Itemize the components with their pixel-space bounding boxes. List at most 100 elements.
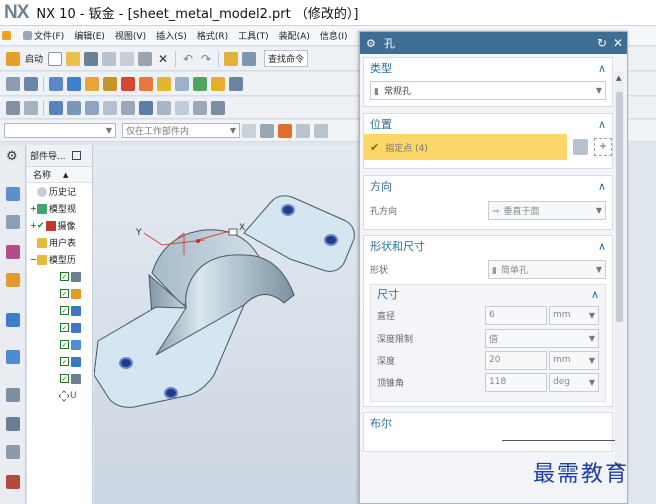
touch-mode-icon[interactable]	[242, 51, 257, 66]
point-dialog-icon[interactable]: +	[594, 138, 612, 156]
midpoint-icon[interactable]	[314, 123, 328, 138]
redo-icon[interactable]: ↷	[199, 52, 213, 66]
rebend-icon[interactable]	[139, 76, 153, 91]
menu-tools[interactable]: 工具(T)	[233, 29, 274, 42]
command-finder-button[interactable]: 查找命令	[264, 50, 309, 67]
expand-icon[interactable]: +	[30, 204, 37, 213]
general-select-icon[interactable]	[260, 123, 274, 138]
open-folder-icon[interactable]	[66, 51, 81, 66]
quick-menu-icon[interactable]	[0, 31, 18, 40]
sketch-icon[interactable]	[6, 100, 20, 115]
roles-icon[interactable]	[6, 445, 20, 459]
snap-point-icon[interactable]	[278, 123, 292, 138]
gear-icon[interactable]: ⚙	[6, 149, 20, 164]
flat-pattern-icon[interactable]	[175, 100, 189, 115]
collapse-icon[interactable]: −	[30, 255, 37, 264]
system-materials-icon[interactable]	[6, 475, 20, 489]
tree-feature-in-work[interactable]: U	[27, 387, 92, 404]
copy-icon[interactable]	[120, 51, 135, 66]
collapse-caret-icon[interactable]: ∧	[598, 180, 606, 193]
part-navigator-icon[interactable]	[6, 187, 20, 201]
scroll-up-icon[interactable]: ▲	[616, 74, 621, 82]
menu-edit[interactable]: 编辑(E)	[69, 29, 110, 42]
reset-icon[interactable]: ↻	[595, 36, 609, 50]
graphics-window[interactable]: X Y	[94, 145, 361, 504]
collapse-caret-icon[interactable]: ∧	[598, 118, 606, 131]
new-file-icon[interactable]	[48, 51, 63, 66]
tree-item-model-history[interactable]: − 模型历	[27, 251, 92, 268]
hole-type-dropdown[interactable]: ▮ 常规孔 ▼	[370, 80, 606, 100]
cut-icon[interactable]	[102, 51, 117, 66]
constraint-navigator-icon[interactable]	[6, 245, 20, 259]
depth-unit-dropdown[interactable]: mm ▼	[549, 350, 599, 370]
start-button[interactable]: 启动	[22, 52, 46, 65]
dialog-scrollbar[interactable]: ▲ ▼	[615, 72, 624, 472]
convert-icon[interactable]	[211, 100, 225, 115]
gusset-icon[interactable]	[211, 76, 225, 91]
paste-icon[interactable]	[138, 51, 153, 66]
position-section-header[interactable]: 位置 ∧	[364, 114, 612, 134]
boolean-section-header[interactable]: 布尔	[364, 413, 612, 433]
collapse-caret-icon[interactable]: ∧	[598, 62, 606, 75]
maximize-icon[interactable]	[71, 151, 81, 160]
form-section-header[interactable]: 形状和尺寸 ∧	[364, 236, 612, 256]
specify-point-selector[interactable]: ✔ 指定点 (4)	[364, 134, 567, 160]
trim-body-icon[interactable]	[139, 100, 153, 115]
delete-icon[interactable]: ✕	[156, 52, 170, 66]
datum-plane-icon[interactable]	[24, 100, 38, 115]
collapse-caret-icon[interactable]: ∧	[591, 288, 599, 301]
clock-icon[interactable]	[6, 388, 20, 402]
sort-up-icon[interactable]: ▲	[63, 171, 68, 179]
deselect-all-icon[interactable]	[242, 123, 256, 138]
web-browser-icon[interactable]	[6, 313, 20, 327]
hole-3[interactable]	[119, 357, 133, 369]
process-studio-icon[interactable]	[6, 417, 20, 431]
bend-icon[interactable]	[103, 76, 117, 91]
tree-feature[interactable]: ✓	[27, 285, 92, 302]
dimensions-header[interactable]: 尺寸 ∧	[371, 285, 605, 303]
type-section-header[interactable]: 类型 ∧	[364, 58, 612, 78]
menu-assemblies[interactable]: 装配(A)	[274, 29, 315, 42]
expand-icon[interactable]: +	[30, 221, 37, 230]
tip-angle-unit-dropdown[interactable]: deg ▼	[549, 372, 599, 392]
collapse-caret-icon[interactable]: ∧	[598, 240, 606, 253]
type-filter-dropdown[interactable]: ▼	[4, 123, 116, 138]
sheet-metal-model[interactable]: X Y	[94, 145, 361, 504]
unbend-icon[interactable]	[121, 76, 135, 91]
louver-icon[interactable]	[175, 76, 189, 91]
save-icon[interactable]	[84, 51, 99, 66]
tree-item-user-expressions[interactable]: 用户表	[27, 234, 92, 251]
reuse-library-icon[interactable]	[6, 273, 20, 287]
start-icon[interactable]	[6, 51, 20, 66]
tree-feature[interactable]: ✓	[27, 370, 92, 387]
extrude-icon[interactable]	[49, 100, 63, 115]
tab-icon[interactable]	[6, 76, 20, 91]
history-icon[interactable]	[6, 350, 20, 364]
tree-feature[interactable]: ✓	[27, 353, 92, 370]
tip-angle-input[interactable]: 118	[485, 372, 547, 392]
menu-file[interactable]: 文件(F)	[18, 29, 69, 42]
export-flat-icon[interactable]	[193, 100, 207, 115]
close-icon[interactable]: ✕	[611, 36, 625, 50]
bead-icon[interactable]	[229, 76, 243, 91]
menu-insert[interactable]: 插入(S)	[151, 29, 192, 42]
depth-limit-dropdown[interactable]: 值 ▼	[485, 328, 599, 348]
pattern-icon[interactable]	[103, 100, 117, 115]
tree-item-cameras[interactable]: + ✔ 摄像	[27, 217, 92, 234]
sketch-section-icon[interactable]	[572, 139, 589, 155]
tree-feature[interactable]: ✓	[27, 319, 92, 336]
revolve-icon[interactable]	[67, 100, 81, 115]
jog-icon[interactable]	[85, 76, 99, 91]
lofted-flange-icon[interactable]	[67, 76, 81, 91]
endpoint-icon[interactable]	[296, 123, 310, 138]
gear-icon[interactable]: ⚙	[366, 37, 378, 50]
mirror-icon[interactable]	[121, 100, 135, 115]
contour-flange-icon[interactable]	[49, 76, 63, 91]
assembly-navigator-icon[interactable]	[6, 215, 20, 229]
diameter-input[interactable]: 6	[485, 305, 547, 325]
hole-4[interactable]	[164, 387, 178, 399]
selection-scope-dropdown[interactable]: 仅在工作部件内 ▼	[122, 123, 240, 138]
tree-feature[interactable]: ✓	[27, 336, 92, 353]
hole-2[interactable]	[324, 234, 338, 246]
undo-icon[interactable]: ↶	[181, 52, 195, 66]
